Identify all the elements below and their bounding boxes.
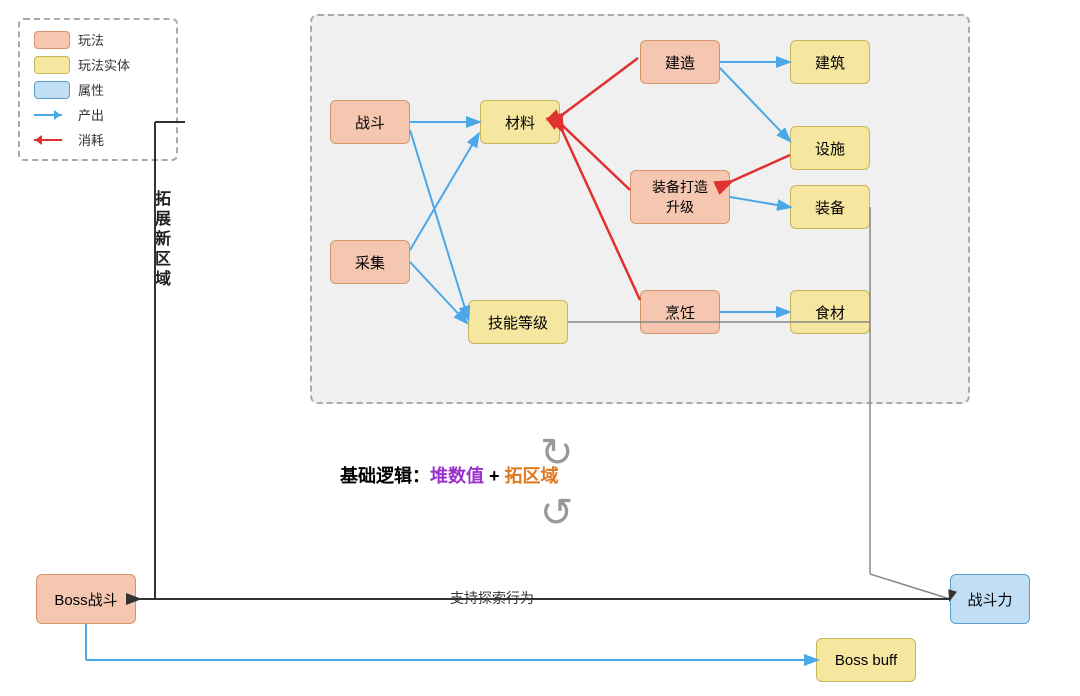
- node-zhuangbei-craft: 装备打造 升级: [630, 170, 730, 224]
- legend-label-consume: 消耗: [78, 130, 104, 149]
- node-jianzao: 建造: [640, 40, 720, 84]
- node-zhandouli: 战斗力: [950, 574, 1030, 624]
- legend: 玩法 玩法实体 属性 产出 消耗: [18, 18, 178, 161]
- label-expand: 拓展新区域: [148, 190, 172, 290]
- legend-label-attribute: 属性: [78, 80, 104, 99]
- circular-arrow-icon: ↻: [540, 430, 574, 476]
- legend-label-entity: 玩法实体: [78, 55, 130, 74]
- legend-item-consume: 消耗: [34, 130, 162, 149]
- legend-label-gameplay: 玩法: [78, 30, 104, 49]
- label-support: 支持探索行为: [450, 588, 534, 608]
- legend-label-produce: 产出: [78, 105, 104, 124]
- node-pengren: 烹饪: [640, 290, 720, 334]
- legend-item-gameplay: 玩法: [34, 30, 162, 49]
- legend-item-produce: 产出: [34, 105, 162, 124]
- node-cailiao: 材料: [480, 100, 560, 144]
- circular-arrow-icon-2: ↻: [540, 490, 574, 536]
- node-sheshi: 设施: [790, 126, 870, 170]
- legend-item-attribute: 属性: [34, 80, 162, 99]
- legend-arrow-red: [34, 131, 70, 149]
- node-boss-buff: Boss buff: [816, 638, 916, 682]
- node-zhuangbei: 装备: [790, 185, 870, 229]
- basic-logic-text: 基础逻辑：堆数值 + 拓区域: [340, 462, 559, 488]
- legend-arrow-blue: [34, 106, 70, 124]
- node-jinengdengji: 技能等级: [468, 300, 568, 344]
- legend-box-yellow: [34, 56, 70, 74]
- legend-box-blue: [34, 81, 70, 99]
- legend-arrow-red-line: [34, 139, 62, 141]
- legend-box-pink: [34, 31, 70, 49]
- legend-arrow-blue-line: [34, 114, 62, 116]
- node-jianzhu: 建筑: [790, 40, 870, 84]
- diagram-container: 玩法 玩法实体 属性 产出 消耗 战斗 材料: [0, 0, 1080, 696]
- node-shicai: 食材: [790, 290, 870, 334]
- legend-item-entity: 玩法实体: [34, 55, 162, 74]
- node-boss-zhandou: Boss战斗: [36, 574, 136, 624]
- node-caiji: 采集: [330, 240, 410, 284]
- node-zhandou: 战斗: [330, 100, 410, 144]
